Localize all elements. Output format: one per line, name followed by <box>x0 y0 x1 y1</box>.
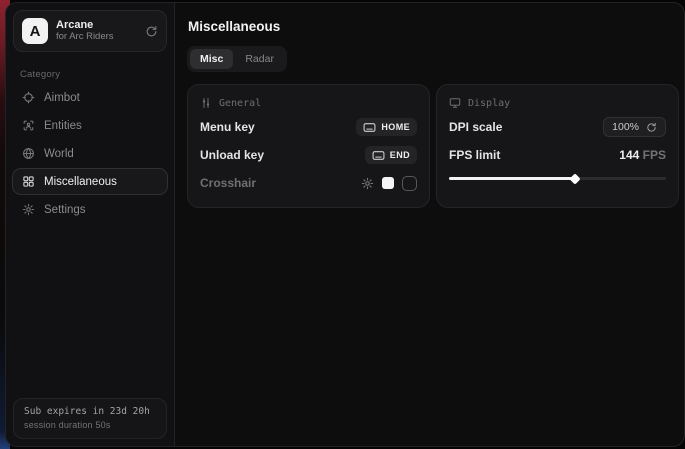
unload-key-label: Unload key <box>200 148 264 162</box>
dpi-scale-row: DPI scale 100% <box>449 115 666 139</box>
keyboard-icon <box>363 122 376 133</box>
menu-key-label: Menu key <box>200 120 255 134</box>
fps-limit-row: FPS limit 144 FPS <box>449 143 666 167</box>
app-title: Arcane <box>56 19 137 32</box>
unload-key-bind-value: END <box>390 150 410 160</box>
sidebar-item-aimbot[interactable]: Aimbot <box>12 84 168 111</box>
display-card-title: Display <box>468 98 510 109</box>
refresh-icon[interactable] <box>145 25 158 38</box>
sidebar-item-label: Miscellaneous <box>44 176 117 188</box>
sidebar-item-label: Aimbot <box>44 92 80 104</box>
keyboard-icon <box>372 150 385 161</box>
crosshair-checkbox[interactable] <box>402 176 417 191</box>
menu-key-row: Menu key HOME <box>200 115 417 139</box>
app-title-wrap: Arcane for Arc Riders <box>56 19 137 43</box>
cards-row: General Menu key HOME Unload key <box>187 84 679 208</box>
menu-key-bind-button[interactable]: HOME <box>356 118 417 136</box>
refresh-icon <box>646 122 657 133</box>
general-card: General Menu key HOME Unload key <box>187 84 430 208</box>
tab-radar[interactable]: Radar <box>235 49 284 69</box>
slider-thumb[interactable] <box>569 173 580 184</box>
sidebar-item-miscellaneous[interactable]: Miscellaneous <box>12 168 168 195</box>
sidebar-item-world[interactable]: World <box>12 140 168 167</box>
fps-limit-slider[interactable] <box>449 171 666 185</box>
sidebar-item-label: Settings <box>44 204 86 216</box>
gear-icon <box>22 203 35 216</box>
sliders-icon <box>200 97 212 109</box>
session-duration-text: session duration 50s <box>24 420 156 430</box>
fps-limit-value: 144 FPS <box>619 148 666 162</box>
subscription-box: Sub expires in 23d 20h session duration … <box>13 398 167 439</box>
display-card-header: Display <box>449 97 666 109</box>
crosshair-icon <box>22 91 35 104</box>
sidebar-nav: Aimbot Entities World <box>6 84 174 224</box>
app-header-card: A Arcane for Arc Riders <box>13 10 167 52</box>
crosshair-controls <box>361 176 417 191</box>
grid-icon <box>22 175 35 188</box>
sub-expiry-text: Sub expires in 23d 20h <box>24 406 156 417</box>
general-card-title: General <box>219 98 261 109</box>
general-card-header: General <box>200 97 417 109</box>
crosshair-row: Crosshair <box>200 171 417 195</box>
display-card: Display DPI scale 100% FPS limit <box>436 84 679 208</box>
fps-unit: FPS <box>643 148 666 162</box>
sidebar-item-entities[interactable]: Entities <box>12 112 168 139</box>
dpi-scale-label: DPI scale <box>449 120 502 134</box>
app-window: A Arcane for Arc Riders Category Aimbot <box>5 2 685 447</box>
dpi-scale-select[interactable]: 100% <box>603 117 666 137</box>
unload-key-bind-button[interactable]: END <box>365 146 417 164</box>
dpi-scale-value: 100% <box>612 121 639 133</box>
fps-limit-label: FPS limit <box>449 148 500 162</box>
sidebar-item-settings[interactable]: Settings <box>12 196 168 223</box>
main-content: Miscellaneous Misc Radar General Menu ke… <box>175 3 685 446</box>
app-logo: A <box>22 18 48 44</box>
sidebar-item-label: World <box>44 148 74 160</box>
sidebar-item-label: Entities <box>44 120 82 132</box>
slider-fill <box>449 177 575 180</box>
tab-bar: Misc Radar <box>187 46 287 72</box>
crosshair-settings-gear-icon[interactable] <box>361 177 374 190</box>
fps-number: 144 <box>619 148 639 162</box>
scan-person-icon <box>22 119 35 132</box>
globe-icon <box>22 147 35 160</box>
monitor-icon <box>449 97 461 109</box>
menu-key-bind-value: HOME <box>381 122 410 132</box>
sidebar-spacer <box>6 224 174 391</box>
crosshair-color-swatch[interactable] <box>382 177 394 189</box>
sidebar: A Arcane for Arc Riders Category Aimbot <box>6 3 175 446</box>
tab-misc[interactable]: Misc <box>190 49 233 69</box>
category-label: Category <box>20 69 174 80</box>
app-subtitle: for Arc Riders <box>56 32 137 43</box>
page-title: Miscellaneous <box>188 19 679 34</box>
unload-key-row: Unload key END <box>200 143 417 167</box>
crosshair-label: Crosshair <box>200 176 256 190</box>
